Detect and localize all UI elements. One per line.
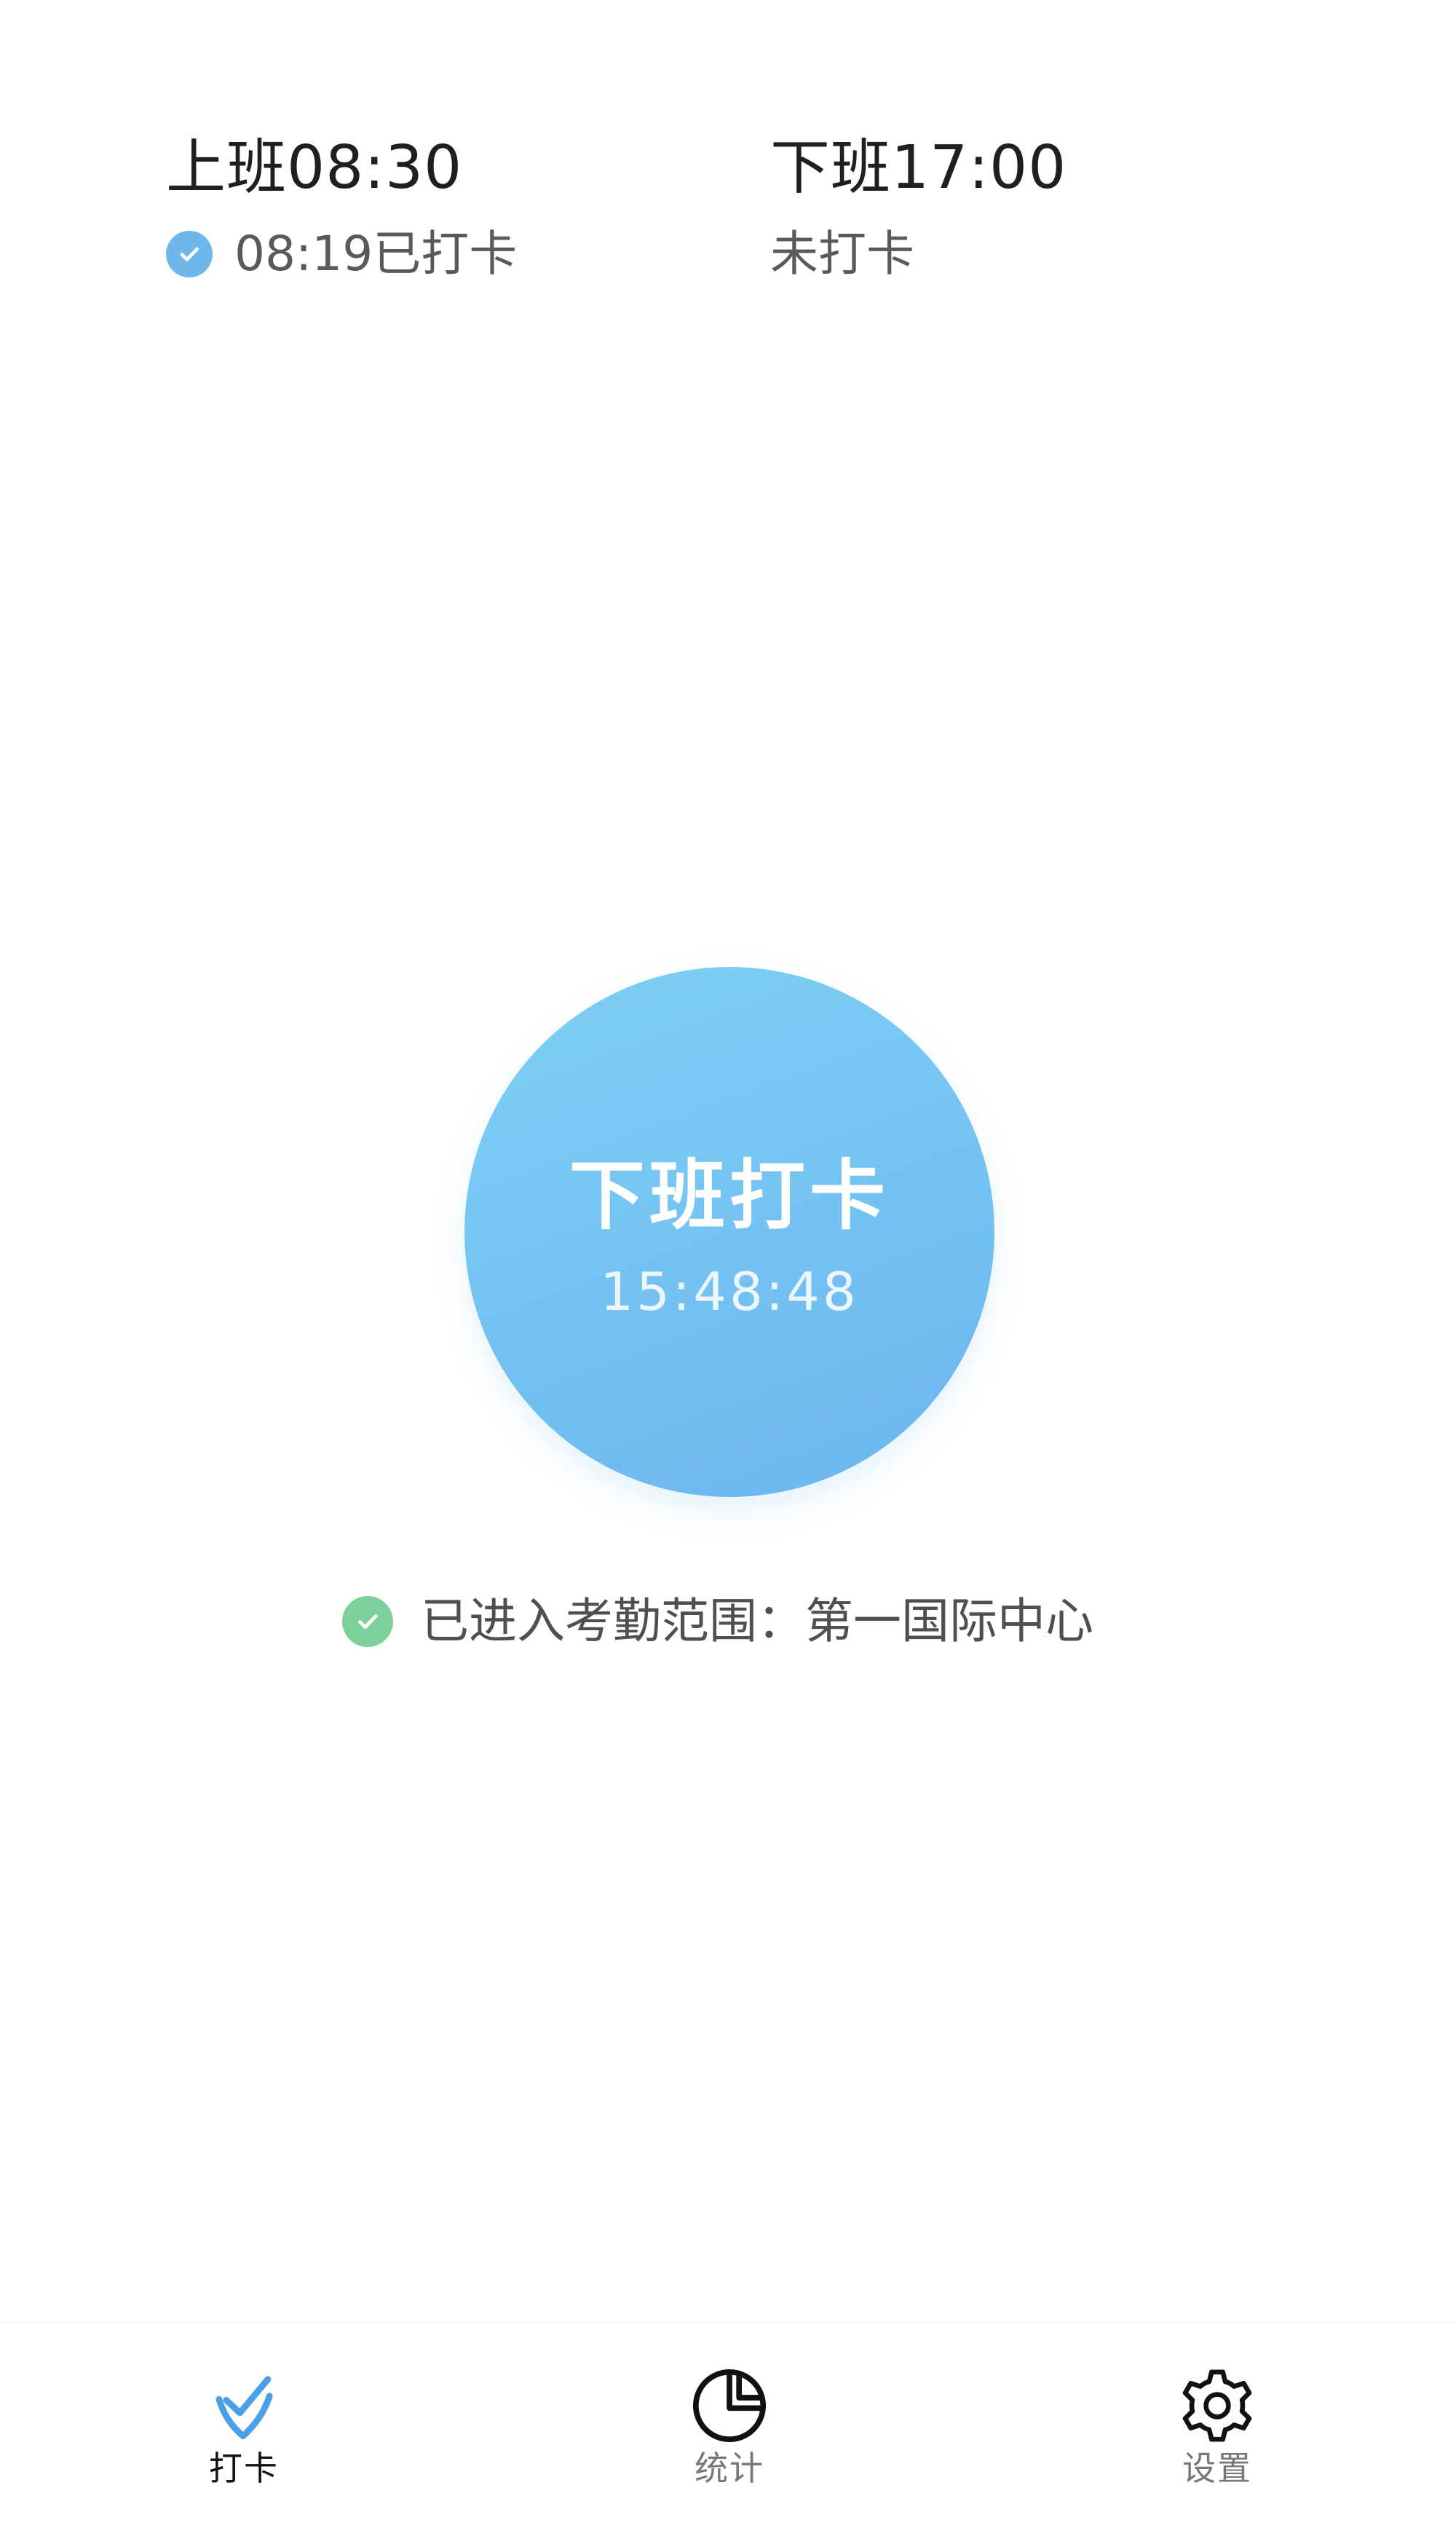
check-icon: [166, 231, 213, 277]
current-time: 15:48:48: [600, 1261, 859, 1322]
start-shift-summary: 上班08:30 08:19已打卡: [166, 138, 676, 278]
pie-chart-icon: [692, 2369, 767, 2443]
end-shift-summary: 下班17:00 未打卡: [770, 138, 1280, 278]
tab-stats-label: 统计: [695, 2449, 764, 2488]
attendance-screen: 上班08:30 08:19已打卡 下班17:00 未打卡 下班打卡 15:48:…: [0, 0, 1456, 2528]
tab-punch[interactable]: 打卡: [164, 2366, 324, 2504]
check-shield-icon: [215, 2376, 273, 2440]
gear-icon: [1182, 2369, 1252, 2442]
end-shift-status: 未打卡: [770, 230, 1280, 278]
tab-stats[interactable]: 统计: [649, 2366, 810, 2504]
check-icon: [342, 1596, 393, 1647]
tab-settings-label: 设置: [1182, 2449, 1252, 2488]
punch-out-label: 下班打卡: [569, 1151, 890, 1240]
end-shift-title: 下班17:00: [770, 133, 1067, 202]
start-shift-title: 上班08:30: [166, 133, 463, 202]
punch-out-button[interactable]: 下班打卡 15:48:48: [464, 967, 994, 1497]
start-shift-status: 08:19已打卡: [166, 230, 676, 278]
attendance-range-status: 已进入考勤范围：第一国际中心: [342, 1596, 1093, 1647]
bottom-tab-bar: 打卡 统计 设置: [0, 2323, 1456, 2528]
attendance-range-text: 已进入考勤范围：第一国际中心: [421, 1593, 1093, 1649]
tab-punch-label: 打卡: [209, 2449, 279, 2488]
end-shift-status-text: 未打卡: [770, 226, 914, 282]
start-shift-status-text: 08:19已打卡: [234, 226, 518, 282]
tab-settings[interactable]: 设置: [1137, 2366, 1297, 2504]
